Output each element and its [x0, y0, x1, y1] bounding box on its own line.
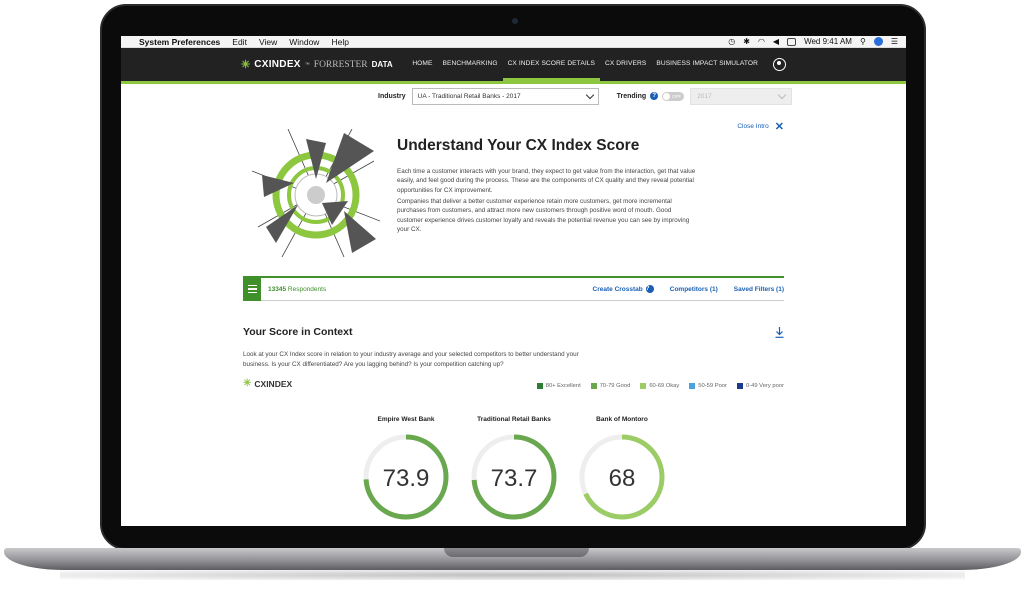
notification-center-icon[interactable]: ☰	[891, 37, 898, 46]
legend-swatch	[590, 383, 597, 389]
legend-label: 50-59 Poor	[698, 383, 727, 389]
legend-swatch	[640, 383, 647, 389]
time-machine-icon[interactable]: ◷	[728, 37, 735, 46]
score-context-title: Your Score in Context	[243, 326, 353, 338]
trending-toggle[interactable]: OFF	[662, 91, 685, 101]
year-select[interactable]: 2017	[690, 87, 793, 105]
help-icon[interactable]: ?	[645, 285, 654, 293]
create-crosstab-label: Create Crosstab	[592, 285, 643, 293]
score-ring: 73.9	[363, 434, 449, 520]
year-select-value: 2017	[697, 92, 712, 100]
industry-select[interactable]: UA - Traditional Retail Banks - 2017	[411, 87, 599, 105]
score-ring: 68	[579, 434, 665, 520]
brand-cx-index: CXINDEX	[254, 59, 301, 70]
close-intro-button[interactable]: Close Intro ✕	[737, 120, 784, 133]
score-ring: 73.7	[471, 434, 557, 520]
intro-paragraph-2: Companies that deliver a better customer…	[397, 198, 690, 234]
industry-select-value: UA - Traditional Retail Banks - 2017	[417, 92, 521, 100]
menubar-status: ◷ ✱ ◠ ◀ Wed 9:41 AM ⚲ ☰	[728, 37, 898, 46]
nav-business-impact-simulator[interactable]: BUSINESS IMPACT SIMULATOR	[651, 48, 763, 81]
legend-okay: 60-69 Okay	[640, 383, 679, 389]
score-card-title: Traditional Retail Banks	[477, 416, 551, 423]
close-icon: ✕	[774, 121, 784, 133]
legend-very-poor: 0-49 Very poor	[736, 383, 784, 389]
legend-label: 70-79 Good	[599, 383, 631, 389]
respondents-bar: 13345 Respondents Create Crosstab ? Comp…	[243, 276, 784, 301]
score-card: Bank of Montoro 68	[577, 416, 667, 522]
laptop-notch	[444, 548, 589, 557]
nav-cx-drivers[interactable]: CX DRIVERS	[600, 48, 651, 81]
cx-index-intro-graphic	[252, 129, 380, 257]
menu-edit[interactable]: Edit	[232, 37, 247, 47]
cx-index-logo: ✳ CXINDEX	[243, 378, 292, 389]
volume-icon[interactable]: ◀	[773, 37, 779, 46]
score-legend: 80+ Excellent 70-79 Good 60-69 Okay 50-5…	[536, 383, 784, 389]
brand-forrester: FORRESTER	[313, 59, 368, 70]
legend-swatch	[689, 383, 696, 389]
user-account-icon[interactable]	[773, 58, 786, 71]
score-card: Traditional Retail Banks 73.7	[469, 416, 559, 522]
legend-poor: 50-59 Poor	[689, 383, 727, 389]
score-card-title: Bank of Montoro	[596, 416, 648, 423]
nav-cx-index-score-details[interactable]: CX INDEX SCORE DETAILS	[502, 48, 601, 81]
siri-icon[interactable]	[873, 37, 883, 46]
score-value: 73.7	[491, 465, 538, 492]
create-crosstab-button[interactable]: Create Crosstab ?	[593, 285, 654, 293]
nav-home[interactable]: HOME	[407, 48, 437, 81]
legend-excellent: 80+ Excellent	[536, 383, 581, 389]
intro-paragraph-1: Each time a customer interacts with your…	[397, 168, 696, 194]
cx-index-logo-text: CXINDEX	[254, 378, 293, 389]
screen: System Preferences Edit View Window Help…	[121, 36, 906, 526]
legend-label: 0-49 Very poor	[745, 383, 784, 389]
menubar-clock[interactable]: Wed 9:41 AM	[804, 37, 852, 46]
legend-swatch	[536, 383, 543, 389]
laptop-base	[4, 548, 1021, 570]
legend-label: 80+ Excellent	[545, 383, 581, 389]
mac-menubar: System Preferences Edit View Window Help…	[121, 36, 906, 48]
laptop-shadow	[60, 570, 965, 580]
camera	[512, 18, 518, 24]
trending-control: Trending ? OFF	[616, 91, 685, 101]
app-nav: ✳ CXINDEX ™ FORRESTER DATA HOME BENCHMAR…	[121, 48, 906, 81]
download-icon[interactable]	[775, 327, 784, 338]
legend-good: 70-79 Good	[590, 383, 631, 389]
nav-links: HOME BENCHMARKING CX INDEX SCORE DETAILS…	[407, 48, 763, 81]
legend-label: 60-69 Okay	[649, 383, 680, 389]
score-value: 68	[609, 465, 636, 492]
respondents-count: 13345 Respondents	[268, 286, 326, 293]
menu-help[interactable]: Help	[331, 37, 348, 47]
score-card: Empire West Bank 73.9	[361, 416, 451, 522]
menu-view[interactable]: View	[259, 37, 277, 47]
wifi-icon[interactable]: ◠	[758, 37, 765, 46]
respondents-number: 13345	[268, 285, 287, 293]
saved-filters-button[interactable]: Saved Filters (1)	[734, 286, 784, 293]
competitors-button[interactable]: Competitors (1)	[670, 286, 718, 293]
brand-tm: ™	[304, 61, 310, 68]
menu-window[interactable]: Window	[289, 37, 319, 47]
chevron-down-icon	[585, 90, 594, 99]
respondents-label: Respondents	[287, 285, 327, 293]
score-value: 73.9	[383, 465, 430, 492]
help-icon[interactable]: ?	[650, 92, 659, 100]
intro-title: Understand Your CX Index Score	[397, 137, 640, 154]
close-intro-label: Close Intro	[737, 123, 769, 130]
cx-spark-icon: ✳	[243, 378, 252, 389]
filter-sliders-icon[interactable]	[243, 277, 261, 301]
battery-icon[interactable]	[787, 37, 797, 46]
cx-spark-icon: ✳	[241, 59, 251, 71]
score-card-title: Empire West Bank	[377, 416, 435, 423]
filters-row: Industry UA - Traditional Retail Banks -…	[121, 84, 906, 108]
trending-label: Trending	[616, 92, 647, 100]
chevron-down-icon	[777, 90, 787, 99]
nav-benchmarking[interactable]: BENCHMARKING	[438, 48, 503, 81]
menu-app-name[interactable]: System Preferences	[139, 37, 220, 47]
bluetooth-icon[interactable]: ✱	[743, 37, 750, 46]
industry-label: Industry	[378, 92, 406, 100]
brand-data: DATA	[371, 60, 393, 69]
spotlight-icon[interactable]: ⚲	[860, 37, 866, 46]
legend-swatch	[736, 383, 743, 389]
score-context-description: Look at your CX Index score in relation …	[243, 351, 579, 368]
respondents-actions: Create Crosstab ? Competitors (1) Saved …	[593, 285, 784, 293]
brand-logo[interactable]: ✳ CXINDEX ™ FORRESTER DATA	[241, 58, 393, 71]
